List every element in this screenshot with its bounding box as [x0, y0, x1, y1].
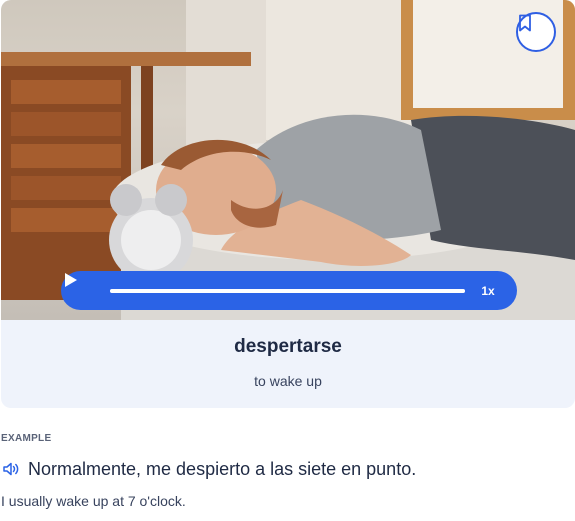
bookmark-icon [519, 14, 531, 32]
audio-progress-fill [110, 289, 465, 293]
example-row: Normalmente, me despierto a las siete en… [2, 457, 416, 481]
bookmark-button[interactable] [516, 12, 556, 52]
audio-progress-track[interactable] [110, 289, 465, 293]
audio-player: 1x [61, 271, 517, 310]
flashcard-word: despertarse [234, 336, 342, 357]
example-label: EXAMPLE [1, 433, 52, 444]
example-sentence: Normalmente, me despierto a las siete en… [28, 458, 417, 479]
playback-speed-button[interactable]: 1x [475, 282, 501, 300]
play-icon[interactable] [61, 271, 79, 289]
example-translation: I usually wake up at 7 o'clock. [1, 493, 186, 509]
speaker-icon[interactable] [2, 460, 20, 478]
flashcard: 1x despertarse to wake up [1, 0, 575, 408]
flashcard-photo: 1x [1, 0, 575, 320]
flashcard-translation: to wake up [254, 373, 322, 389]
